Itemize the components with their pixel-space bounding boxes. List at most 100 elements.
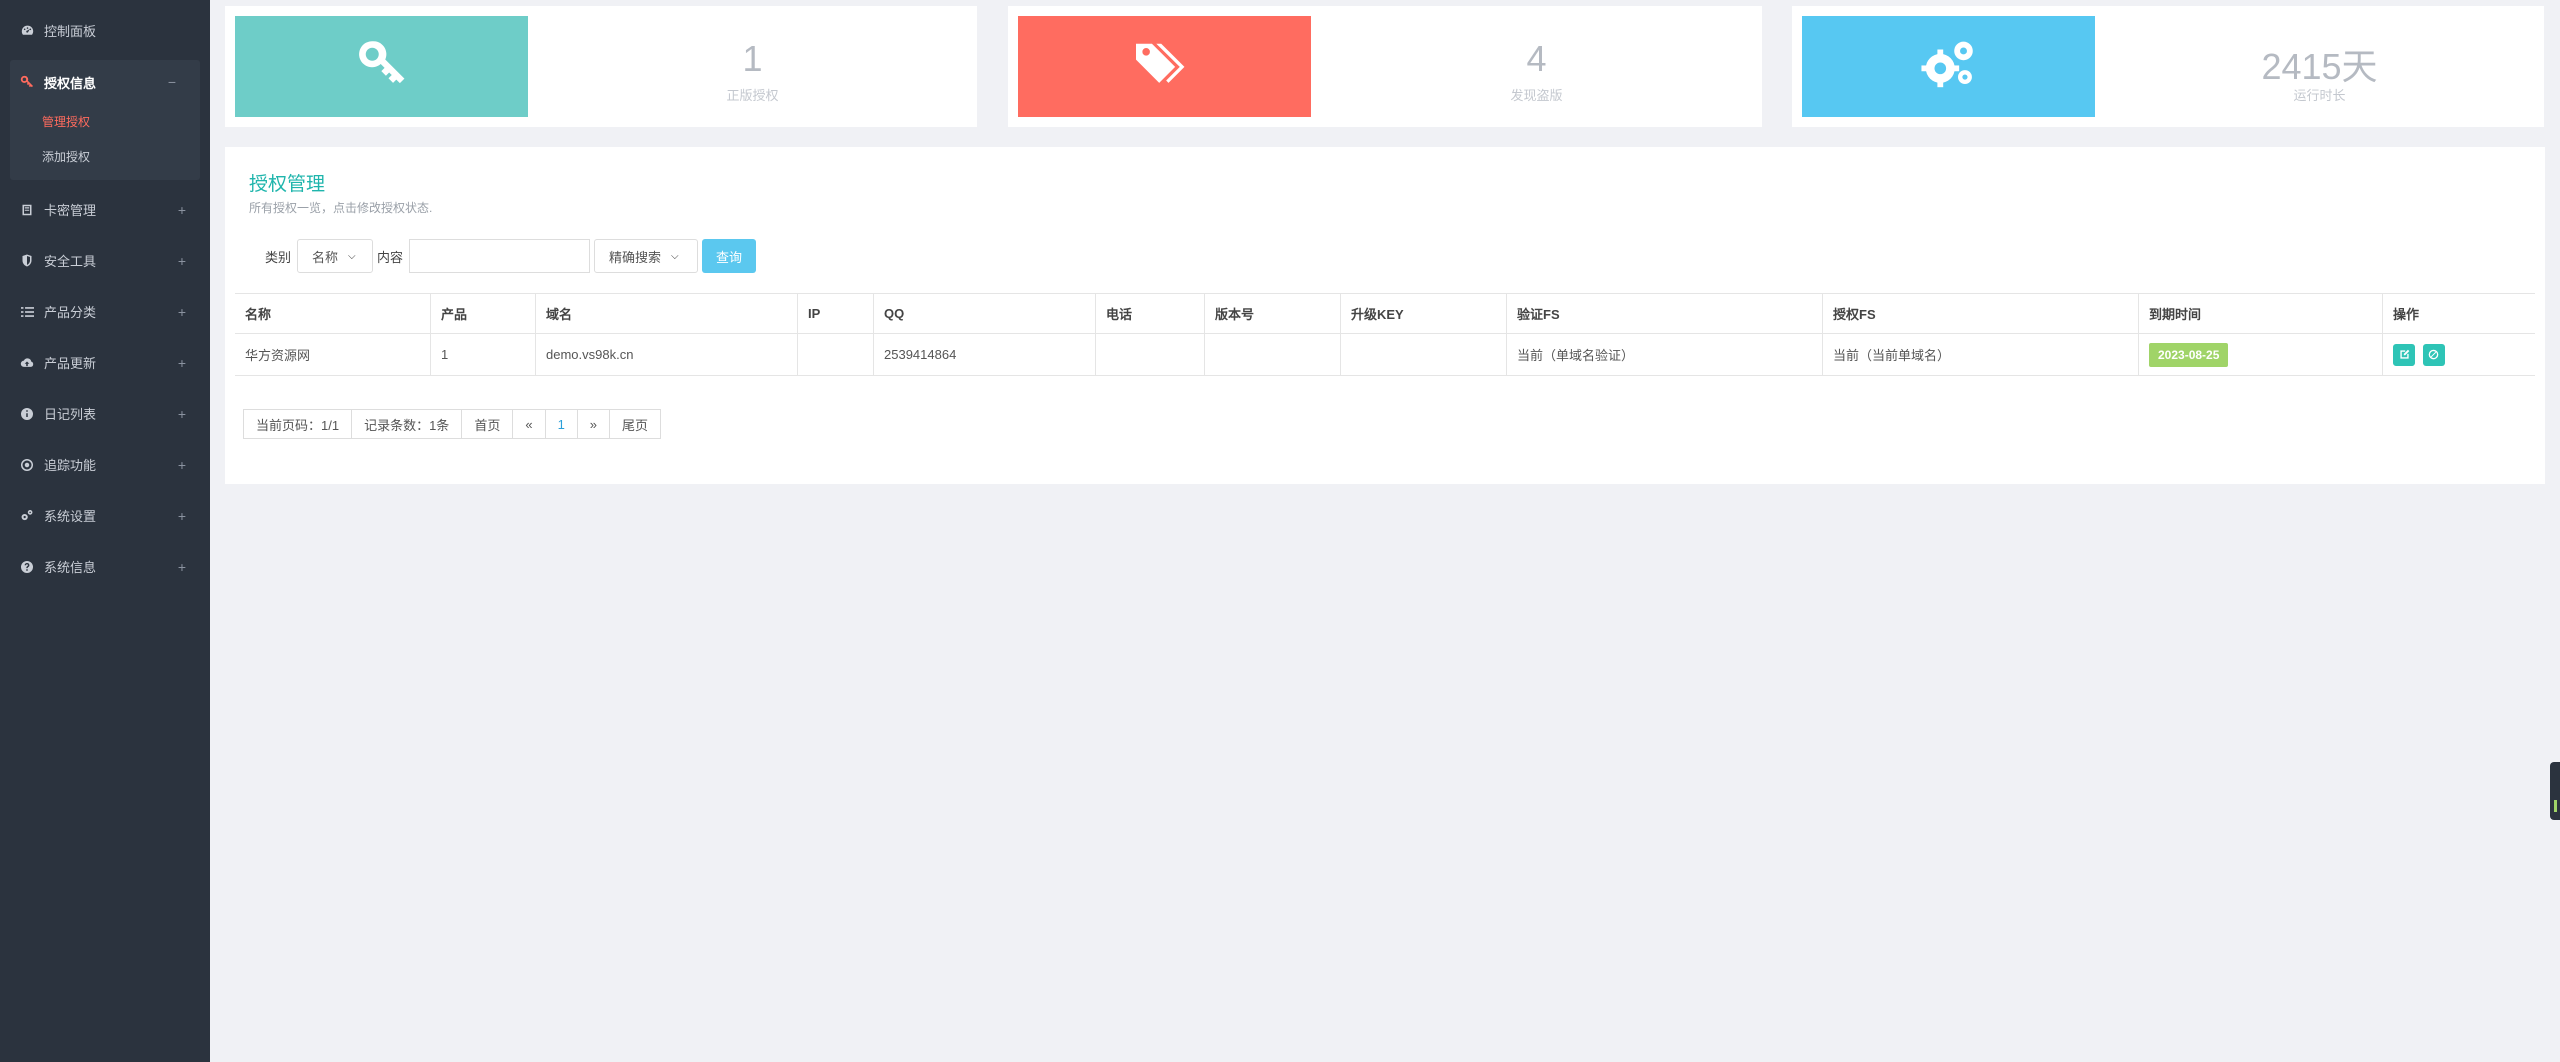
key-icon	[20, 75, 34, 89]
info-icon	[20, 407, 34, 421]
type-select[interactable]: 名称 ⌵	[297, 239, 374, 273]
column-header[interactable]: 到期时间	[2138, 293, 2383, 334]
sidebar-item-card-keys[interactable]: 卡密管理 +	[0, 184, 210, 235]
stat-value: 2415天	[2261, 46, 2378, 87]
pagination: 当前页码：1/1 记录条数：1条 首页 « 1 » 尾页	[243, 409, 662, 439]
cell-verify-fs: 当前（单域名验证）	[1506, 333, 1823, 376]
sidebar-item-tracking[interactable]: 追踪功能 +	[0, 439, 210, 490]
expand-toggle[interactable]: +	[178, 355, 186, 371]
pager-current-page: 当前页码：1/1	[243, 409, 353, 439]
table-header-row: 名称 产品 域名 IP QQ 电话 版本号 升级KEY 验证FS 授权FS 到期…	[235, 293, 2535, 334]
list-icon	[20, 305, 34, 319]
shield-icon	[20, 254, 34, 268]
pager-first[interactable]: 首页	[461, 409, 514, 439]
expand-toggle[interactable]: +	[178, 304, 186, 320]
sidebar-item-product-categories[interactable]: 产品分类 +	[0, 286, 210, 337]
column-header[interactable]: QQ	[873, 293, 1096, 334]
expand-toggle[interactable]: +	[178, 253, 186, 269]
cell-expire: 2023-08-25	[2138, 333, 2383, 376]
page-title: 授权管理	[249, 174, 326, 195]
content-label: 内容	[377, 249, 404, 265]
stat-label: 发现盗版	[1510, 88, 1563, 103]
expire-date-badge: 2023-08-25	[2149, 342, 2229, 367]
sidebar-item-auth-info[interactable]: 授权信息 −	[10, 60, 200, 104]
pager-last[interactable]: 尾页	[609, 409, 662, 439]
cell-version	[1204, 333, 1341, 376]
stat-card-uptime: 2415天 运行时长	[1792, 6, 2544, 127]
cell-auth-fs: 当前（当前单域名）	[1822, 333, 2139, 376]
cell-actions	[2382, 333, 2535, 376]
sidebar-item-system-settings[interactable]: 系统设置 +	[0, 490, 210, 541]
cell-phone	[1095, 333, 1205, 376]
stat-value: 1	[742, 38, 763, 79]
sidebar-item-system-info[interactable]: 系统信息 +	[0, 541, 210, 592]
sidebar-item-label: 授权信息	[44, 75, 97, 91]
sidebar-item-dashboard[interactable]: 控制面板	[0, 0, 210, 60]
column-header[interactable]: 域名	[535, 293, 798, 334]
stat-label: 运行时长	[2293, 88, 2346, 103]
page-subtitle: 所有授权一览，点击修改授权状态.	[249, 201, 433, 215]
column-header[interactable]: 电话	[1095, 293, 1205, 334]
sidebar-item-label: 产品更新	[44, 356, 97, 371]
collapse-toggle[interactable]: −	[168, 74, 176, 90]
type-select-value: 名称	[312, 249, 339, 265]
sidebar-item-log-list[interactable]: 日记列表 +	[0, 388, 210, 439]
pager-page-1[interactable]: 1	[544, 409, 578, 439]
sidebar-item-label: 控制面板	[44, 23, 97, 39]
sidebar-subitem-add-auth[interactable]: 添加授权	[10, 139, 200, 174]
stat-label: 正版授权	[726, 88, 779, 103]
column-header[interactable]: 授权FS	[1822, 293, 2139, 334]
side-drawer-handle[interactable]	[2550, 762, 2560, 820]
pager-prev[interactable]: «	[512, 409, 546, 439]
key-icon	[356, 38, 408, 95]
edit-button[interactable]	[2393, 343, 2415, 366]
expand-toggle[interactable]: +	[178, 202, 186, 218]
stat-card-genuine: 1 正版授权	[225, 6, 977, 127]
column-header[interactable]: 升级KEY	[1340, 293, 1507, 334]
expand-toggle[interactable]: +	[178, 406, 186, 422]
sidebar-subitem-manage-auth[interactable]: 管理授权	[10, 104, 200, 139]
expand-toggle[interactable]: +	[178, 559, 186, 575]
handle-indicator	[2554, 800, 2557, 812]
stat-icon-block	[1802, 16, 2095, 117]
column-header[interactable]: IP	[797, 293, 874, 334]
cell-product: 1	[430, 333, 536, 376]
sidebar-item-label: 系统设置	[44, 509, 97, 524]
stat-icon-block	[235, 16, 528, 117]
edit-icon	[2399, 349, 2409, 359]
dashboard-icon	[20, 23, 34, 37]
chevron-down-icon: ⌵	[348, 250, 356, 262]
sidebar-item-label: 产品分类	[44, 305, 97, 320]
column-header[interactable]: 产品	[430, 293, 536, 334]
column-header[interactable]: 版本号	[1204, 293, 1341, 334]
ban-icon	[2428, 349, 2439, 360]
sidebar-group-auth: 授权信息 − 管理授权 添加授权	[10, 60, 200, 180]
stat-icon-block	[1018, 16, 1311, 117]
sidebar-item-label: 日记列表	[44, 407, 97, 422]
column-header[interactable]: 操作	[2382, 293, 2535, 334]
cell-domain: demo.vs98k.cn	[535, 333, 798, 376]
search-mode-select[interactable]: 精确搜索 ⌵	[594, 239, 699, 273]
cell-ip	[797, 333, 874, 376]
column-header[interactable]: 验证FS	[1506, 293, 1823, 334]
stat-value: 4	[1526, 38, 1547, 79]
expand-toggle[interactable]: +	[178, 457, 186, 473]
auth-management-panel: 授权管理 所有授权一览，点击修改授权状态. 类别 名称 ⌵ 内容 精确搜索 ⌵ …	[225, 147, 2545, 484]
sidebar-item-security-tools[interactable]: 安全工具 +	[0, 235, 210, 286]
column-header[interactable]: 名称	[235, 293, 431, 334]
target-icon	[20, 458, 34, 472]
sidebar-item-label: 卡密管理	[44, 203, 97, 218]
type-label: 类别	[265, 249, 292, 265]
query-button[interactable]: 查询	[702, 239, 757, 273]
table-row[interactable]: 华方资源网 1 demo.vs98k.cn 2539414864 当前（单域名验…	[235, 333, 2535, 376]
sidebar-item-product-updates[interactable]: 产品更新 +	[0, 337, 210, 388]
expand-toggle[interactable]: +	[178, 508, 186, 524]
stat-card-piracy: 4 发现盗版	[1008, 6, 1762, 127]
disable-button[interactable]	[2422, 343, 2445, 366]
pager-record-count: 记录条数：1条	[351, 409, 463, 439]
pager-next[interactable]: »	[576, 409, 611, 439]
search-input[interactable]	[409, 239, 591, 273]
cell-qq: 2539414864	[873, 333, 1096, 376]
card-icon	[20, 203, 34, 217]
chevron-down-icon: ⌵	[671, 250, 679, 262]
